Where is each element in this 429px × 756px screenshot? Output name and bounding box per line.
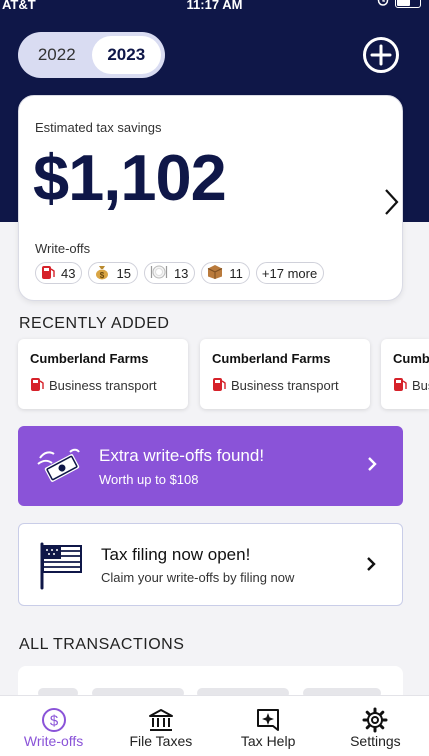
tax-savings-label: Estimated tax savings <box>35 120 162 135</box>
chip-count: 15 <box>116 265 131 281</box>
chip-more-label: +17 more <box>261 265 318 281</box>
category-label: Business transport <box>231 378 339 393</box>
package-icon <box>207 264 223 283</box>
writeoff-chips: 43 $ 15 13 11 +17 more <box>35 262 325 284</box>
tab-settings[interactable]: Settings <box>322 696 429 756</box>
tab-label: Write-offs <box>23 733 84 749</box>
tax-filing-banner[interactable]: Tax filing now open! Claim your write-of… <box>18 523 403 606</box>
recent-transaction-card[interactable]: Cumberland Farms Business transport <box>18 339 188 409</box>
tab-file-taxes[interactable]: File Taxes <box>107 696 214 756</box>
chip-fuel[interactable]: 43 <box>35 262 83 284</box>
merchant-name: Cumberland Farms <box>212 351 331 366</box>
chip-count: 43 <box>61 265 76 281</box>
category-label: Business transport <box>49 378 157 393</box>
tax-savings-card[interactable]: Estimated tax savings $1,102 Write-offs … <box>18 95 403 301</box>
merchant-name: Cumberland Farms <box>30 351 149 366</box>
extra-writeoffs-banner[interactable]: Extra write-offs found! Worth up to $108 <box>18 426 403 506</box>
plate-utensils-icon <box>150 264 168 283</box>
promo-title: Extra write-offs found! <box>99 446 265 465</box>
fuel-pump-icon <box>30 376 44 395</box>
bank-icon <box>148 707 174 733</box>
battery-icon <box>395 0 421 8</box>
plus-circle-icon <box>363 37 399 73</box>
bottom-tab-bar: $ Write-offs File Taxes Tax Help Setting… <box>0 695 429 756</box>
tab-label: File Taxes <box>129 733 193 749</box>
add-button[interactable] <box>362 36 400 74</box>
svg-text:$: $ <box>100 271 105 280</box>
merchant-name: Cumberland Farms <box>393 351 429 366</box>
tab-label: Tax Help <box>240 733 296 749</box>
recent-transaction-card[interactable]: Cumberland Farms Business transport <box>200 339 370 409</box>
fuel-pump-icon <box>393 376 407 395</box>
chip-meals[interactable]: 13 <box>143 262 196 284</box>
filing-subtitle: Claim your write-offs by filing now <box>101 570 295 585</box>
status-bar: AT&T 11:17 AM <box>0 0 429 14</box>
year-option-2023[interactable]: 2023 <box>91 36 161 74</box>
tab-tax-help[interactable]: Tax Help <box>215 696 322 756</box>
tab-label: Settings <box>350 733 401 749</box>
dollar-circle-icon: $ <box>41 707 67 733</box>
filing-title: Tax filing now open! <box>101 545 251 564</box>
fuel-pump-icon <box>41 264 55 283</box>
year-toggle[interactable]: 2022 2023 <box>18 32 165 78</box>
us-flag-icon <box>37 540 85 595</box>
chevron-right-icon[interactable] <box>383 188 399 221</box>
flying-money-icon <box>36 444 82 491</box>
recent-transaction-card[interactable]: Cumberland Farms Business transport <box>381 339 429 409</box>
promo-subtitle: Worth up to $108 <box>99 472 199 487</box>
all-transactions-title: ALL TRANSACTIONS <box>19 636 185 653</box>
category-label: Business transport <box>412 378 429 393</box>
clock: 11:17 AM <box>186 0 243 12</box>
chip-count: 13 <box>173 265 189 281</box>
chip-package[interactable]: 11 <box>201 262 250 284</box>
chevron-right-icon <box>366 556 376 577</box>
chip-count: 11 <box>229 265 243 281</box>
tab-write-offs[interactable]: $ Write-offs <box>0 696 107 756</box>
fuel-pump-icon <box>212 376 226 395</box>
svg-text:$: $ <box>49 713 58 730</box>
year-option-2022[interactable]: 2022 <box>22 36 92 74</box>
chip-money[interactable]: $ 15 <box>88 262 138 284</box>
money-bag-icon: $ <box>94 264 110 283</box>
alarm-icon <box>377 0 389 9</box>
chip-more[interactable]: +17 more <box>255 262 325 284</box>
chevron-right-icon <box>367 456 377 477</box>
sparkle-badge-icon <box>255 707 281 733</box>
gear-icon <box>362 707 388 733</box>
recently-added-title: RECENTLY ADDED <box>19 315 170 332</box>
writeoffs-label: Write-offs <box>35 241 91 256</box>
tax-savings-amount: $1,102 <box>33 141 227 214</box>
